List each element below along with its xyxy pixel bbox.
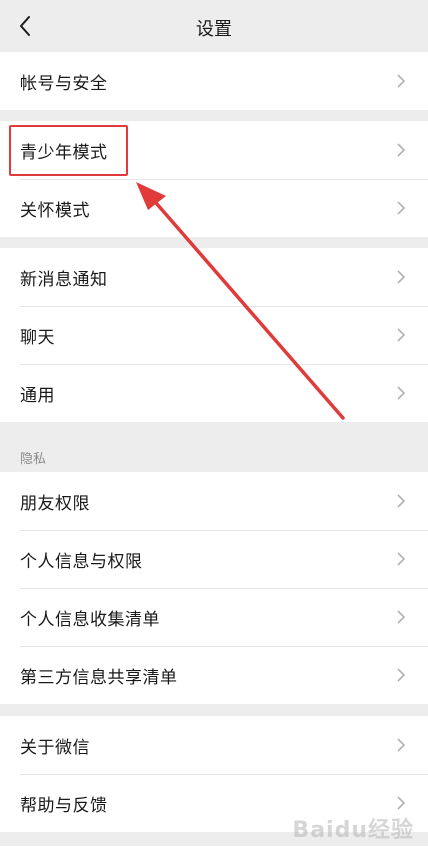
settings-item-friend-permissions[interactable]: 朋友权限 [0,472,428,530]
settings-item-teen-mode[interactable]: 青少年模式 [0,121,428,179]
settings-item-about-wechat[interactable]: 关于微信 [0,716,428,774]
settings-item-label: 朋友权限 [20,493,90,514]
settings-item-account-security[interactable]: 帐号与安全 [0,52,428,110]
settings-item-label: 第三方信息共享清单 [20,667,178,688]
settings-item-label: 青少年模式 [20,142,108,163]
settings-group-privacy: 朋友权限 个人信息与权限 个人信息收集清单 第三方信息共享清单 [0,472,428,704]
settings-group-modes: 青少年模式 关怀模式 [0,121,428,237]
settings-item-general[interactable]: 通用 [0,364,428,422]
chevron-right-icon [397,796,406,810]
settings-item-label: 通用 [20,385,55,406]
settings-item-third-party-sharing-list[interactable]: 第三方信息共享清单 [0,646,428,704]
chevron-right-icon [397,738,406,752]
chevron-right-icon [397,74,406,88]
settings-item-info-collection-list[interactable]: 个人信息收集清单 [0,588,428,646]
chevron-right-icon [397,610,406,624]
settings-item-label: 帐号与安全 [20,73,108,94]
watermark-logo: Baidu经验 [292,818,414,843]
settings-item-label: 关于微信 [20,737,90,758]
chevron-right-icon [397,668,406,682]
settings-item-notifications[interactable]: 新消息通知 [0,248,428,306]
section-header-privacy: 隐私 [20,452,47,467]
settings-group-general: 新消息通知 聊天 通用 [0,248,428,422]
settings-item-label: 个人信息与权限 [20,551,143,572]
chevron-right-icon [397,270,406,284]
settings-item-label: 新消息通知 [20,269,108,290]
settings-item-label: 聊天 [20,327,55,348]
chevron-right-icon [397,143,406,157]
settings-group-partial [0,846,428,860]
settings-item-care-mode[interactable]: 关怀模式 [0,179,428,237]
settings-item-label: 帮助与反馈 [20,795,108,816]
chevron-right-icon [397,328,406,342]
chevron-right-icon [397,552,406,566]
navigation-bar: 设置 [0,0,428,54]
settings-item-label: 个人信息收集清单 [20,609,160,630]
settings-item-label: 关怀模式 [20,200,90,221]
page-title: 设置 [196,19,232,40]
settings-item-personal-info-permissions[interactable]: 个人信息与权限 [0,530,428,588]
settings-item-chat[interactable]: 聊天 [0,306,428,364]
settings-group-account: 帐号与安全 [0,52,428,110]
chevron-right-icon [397,386,406,400]
chevron-right-icon [397,201,406,215]
chevron-right-icon [397,494,406,508]
